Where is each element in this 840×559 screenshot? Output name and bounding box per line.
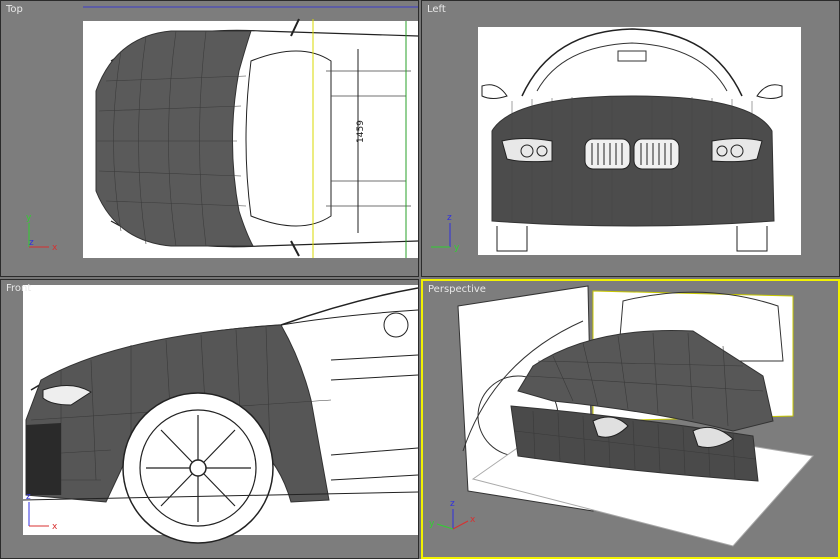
viewport-label-top[interactable]: Top (6, 4, 23, 15)
top-view-canvas[interactable]: 1459 y x z (1, 1, 419, 277)
svg-text:y: y (26, 213, 32, 223)
svg-text:x: x (470, 515, 476, 525)
svg-text:y: y (429, 519, 435, 529)
dimension-label: 1459 (356, 120, 366, 143)
viewport-label-perspective[interactable]: Perspective (428, 284, 486, 295)
viewport-front[interactable]: Front z x (0, 279, 419, 559)
axis-tripod-perspective: z x y (429, 499, 476, 530)
svg-text:z: z (29, 238, 34, 248)
svg-text:z: z (450, 499, 455, 509)
hood-mesh-top (95, 30, 254, 247)
svg-text:y: y (454, 243, 460, 253)
left-view-canvas[interactable]: z y (422, 1, 840, 277)
axis-tripod-left: z y (431, 213, 460, 253)
axis-tripod-top: y x z (26, 213, 58, 253)
svg-text:x: x (52, 243, 58, 253)
viewport-left[interactable]: Left z y (421, 0, 840, 277)
viewport-label-left[interactable]: Left (427, 4, 446, 15)
svg-text:z: z (26, 492, 31, 502)
viewport-label-front[interactable]: Front (6, 283, 31, 294)
front-view-canvas[interactable]: z x (1, 280, 419, 559)
perspective-view-canvas[interactable]: z x y (423, 281, 840, 559)
viewport-perspective[interactable]: Perspective z x y (421, 279, 840, 559)
svg-text:x: x (52, 522, 58, 532)
svg-text:z: z (447, 213, 452, 223)
viewport-top[interactable]: Top 1459 y x z (0, 0, 419, 277)
